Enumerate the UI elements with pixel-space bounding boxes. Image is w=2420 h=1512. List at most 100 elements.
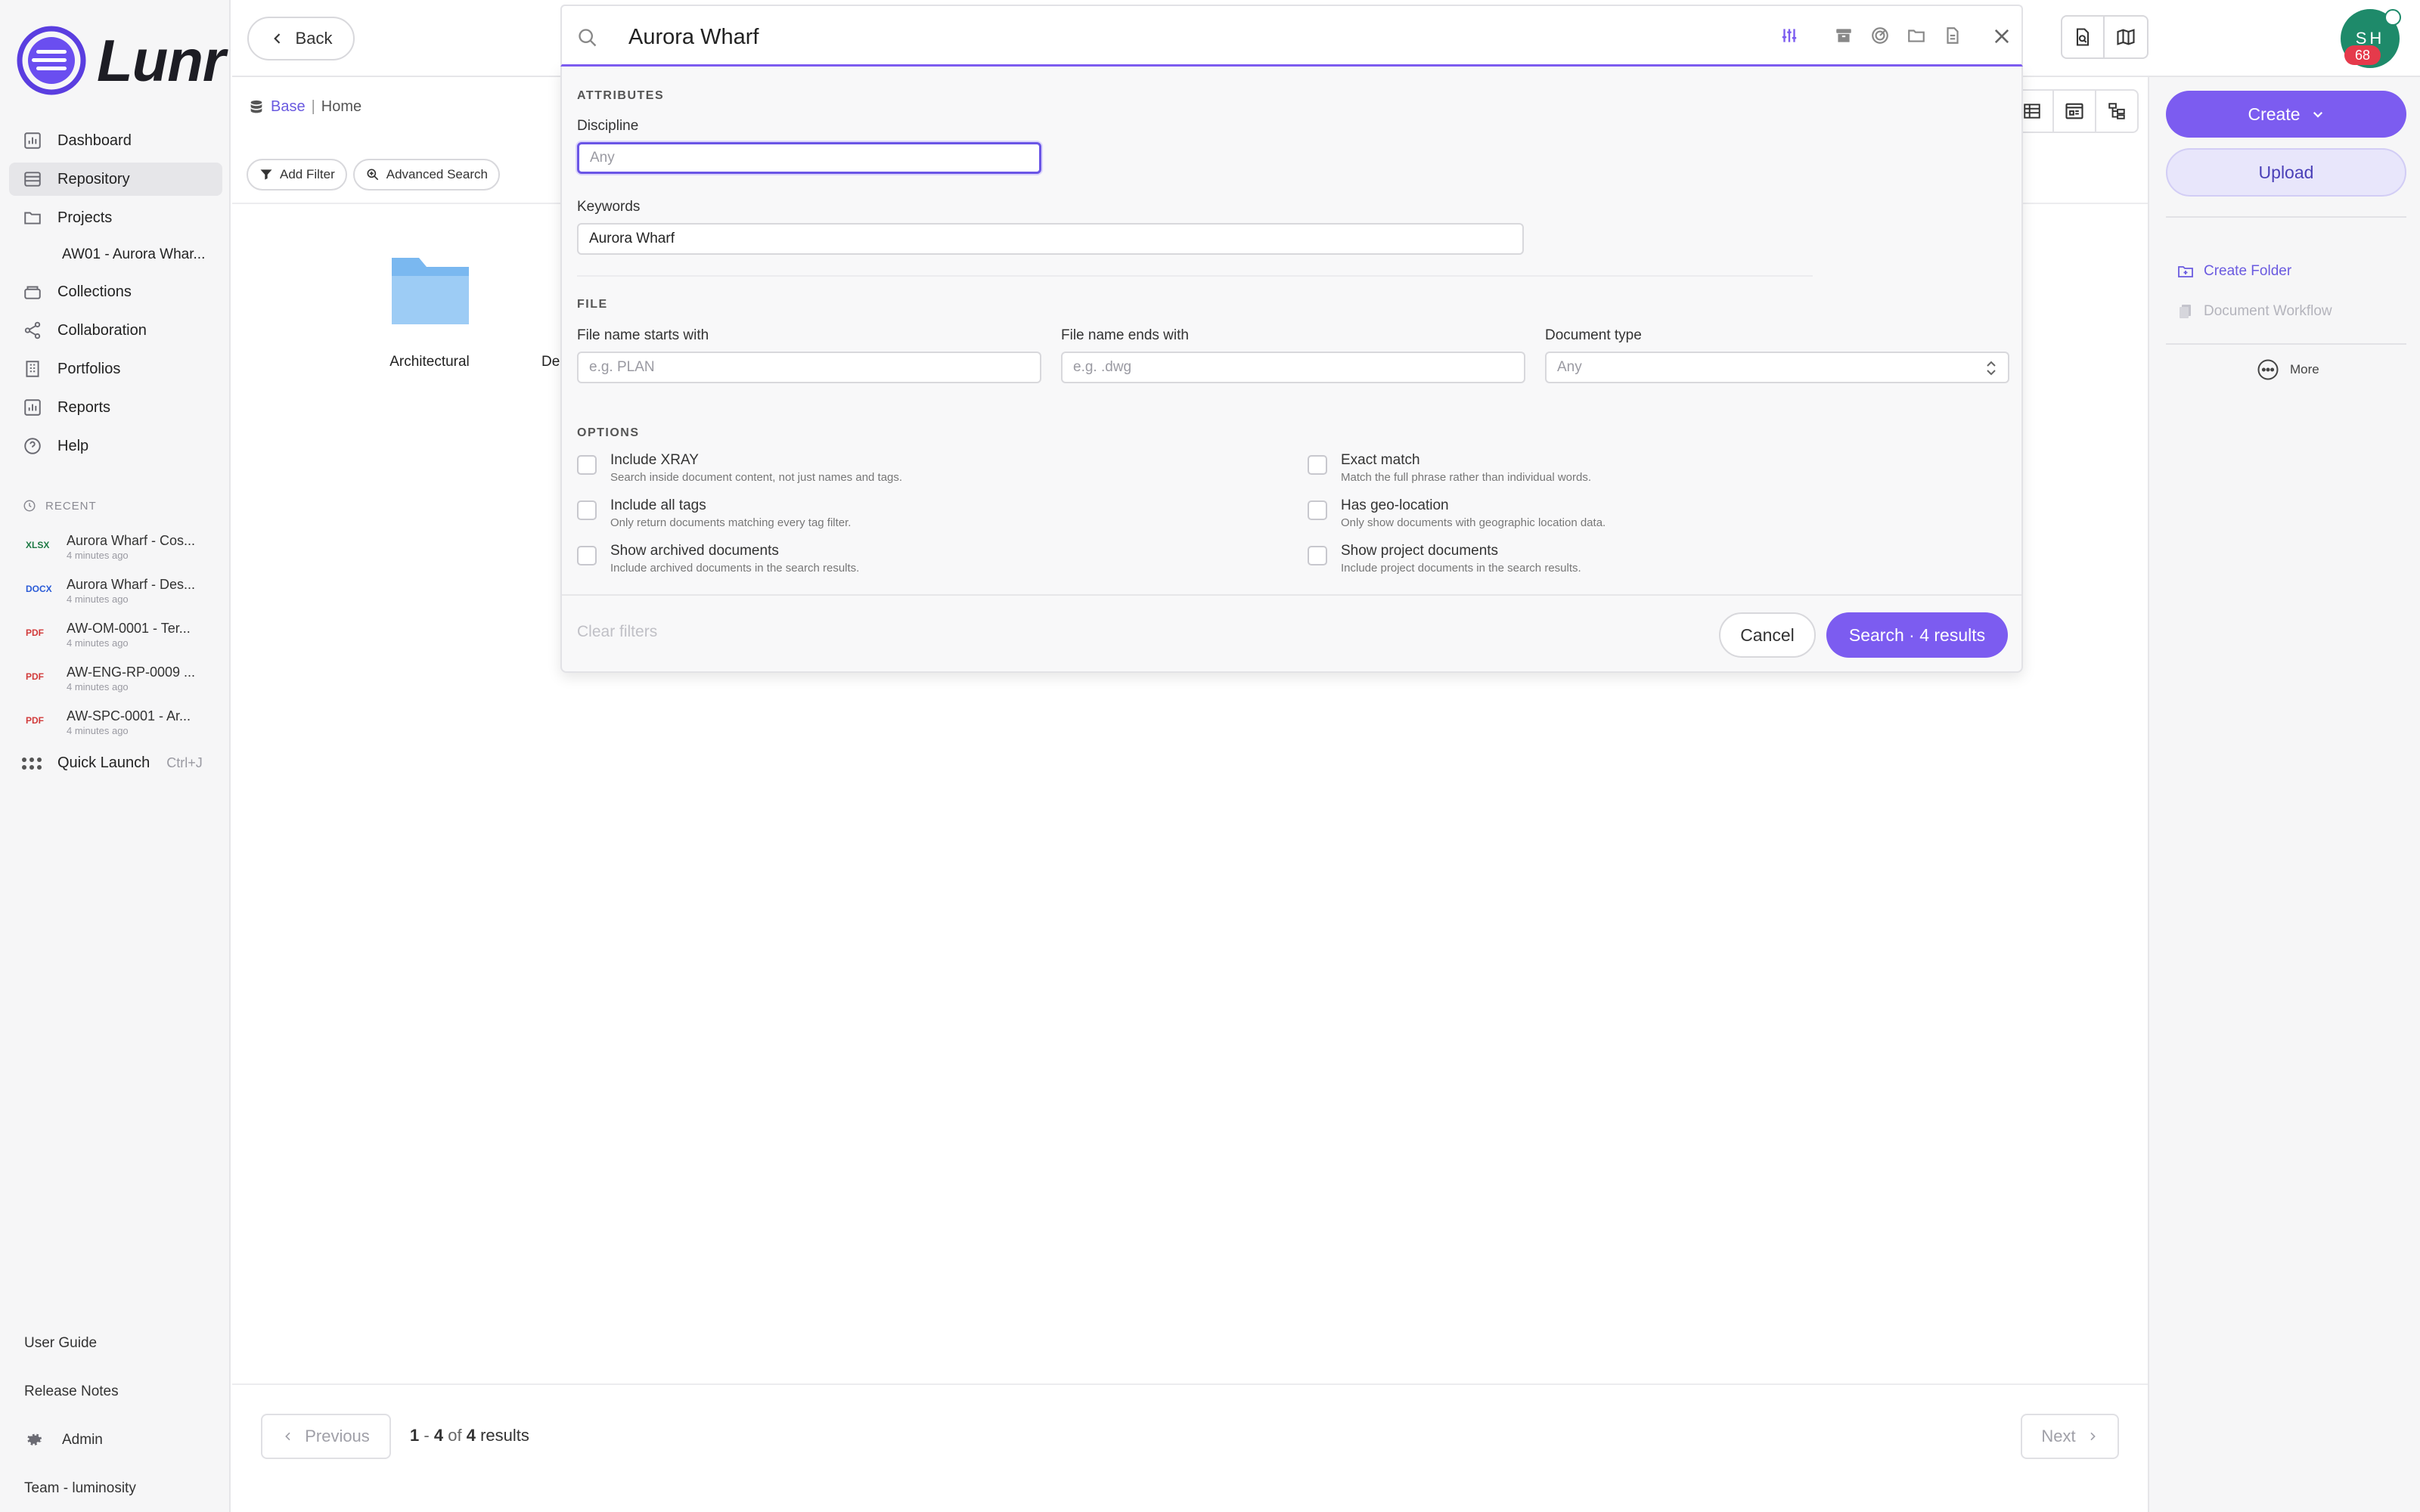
more-button[interactable]: More [2257, 358, 2319, 381]
sidebar-item-label: Collaboration [57, 321, 147, 339]
document-search-button[interactable] [2061, 15, 2105, 59]
recent-item[interactable]: PDF AW-OM-0001 - Ter... 4 minutes ago [26, 617, 224, 661]
checkbox[interactable] [577, 500, 597, 520]
checkbox[interactable] [1308, 546, 1327, 565]
card-view-button[interactable] [2052, 89, 2096, 133]
section-heading-options: OPTIONS [577, 426, 640, 439]
checkbox[interactable] [577, 546, 597, 565]
team-switcher[interactable]: Team - luminosity [24, 1464, 136, 1512]
logo[interactable]: Lunr [17, 26, 225, 95]
tree-icon [2108, 103, 2125, 119]
close-icon[interactable] [1991, 26, 2012, 47]
create-folder-action[interactable]: Create Folder [2176, 262, 2291, 280]
quick-launch-shortcut: Ctrl+J [166, 755, 203, 770]
recent-item-time: 4 minutes ago [67, 725, 129, 736]
map-button[interactable] [2105, 15, 2149, 59]
tree-view-button[interactable] [2095, 89, 2139, 133]
folder-tile[interactable] [384, 253, 475, 329]
chart-icon [24, 399, 41, 416]
sidebar-item-projects[interactable]: Projects [9, 201, 222, 234]
recent-item[interactable]: PDF AW-ENG-RP-0009 ... 4 minutes ago [26, 661, 224, 705]
status-dot [2384, 9, 2401, 26]
document-scope-button[interactable] [1943, 26, 1962, 45]
sidebar-item-portfolios[interactable]: Portfolios [9, 352, 222, 386]
search-input[interactable] [628, 20, 1702, 54]
archive-scope-button[interactable] [1834, 26, 1854, 45]
card-view-icon [2065, 103, 2083, 119]
sidebar-item-label: Projects [57, 209, 113, 226]
repository-icon [24, 172, 41, 187]
collections-icon [24, 286, 41, 299]
option-description: Search inside document content, not just… [610, 471, 903, 484]
logo-text: Lunr [97, 26, 225, 94]
option-description: Only return documents matching every tag… [610, 516, 852, 529]
pagination-summary: 1 - 4 of 4 results [410, 1426, 529, 1445]
target-scope-button[interactable] [1870, 26, 1890, 45]
notification-badge: 68 [2344, 45, 2381, 65]
checkbox[interactable] [577, 455, 597, 475]
top-icon-group [2061, 15, 2149, 59]
recent-item[interactable]: XLSX Aurora Wharf - Cos... 4 minutes ago [26, 529, 224, 573]
admin-link[interactable]: Admin [24, 1416, 136, 1464]
checkbox[interactable] [1308, 500, 1327, 520]
recent-list: XLSX Aurora Wharf - Cos... 4 minutes ago … [26, 529, 224, 748]
keywords-field[interactable]: Aurora Wharf [577, 223, 1524, 255]
next-button[interactable]: Next [2021, 1414, 2119, 1459]
sidebar-item-label: Help [57, 437, 89, 454]
file-type-badge: PDF [26, 715, 44, 726]
global-search-bar [560, 5, 2023, 67]
document-workflow-action[interactable]: Document Workflow [2176, 302, 2332, 321]
quick-launch-button[interactable]: Quick Launch Ctrl+J [21, 754, 203, 772]
view-toggle-group [2010, 89, 2139, 133]
recent-item[interactable]: PDF AW-SPC-0001 - Ar... 4 minutes ago [26, 705, 224, 748]
checkbox[interactable] [1308, 455, 1327, 475]
sidebar-item-help[interactable]: Help [9, 429, 222, 463]
upload-button[interactable]: Upload [2166, 148, 2406, 197]
chevron-right-icon [2090, 1432, 2096, 1441]
filters-toggle[interactable] [1779, 26, 1799, 45]
user-guide-link[interactable]: User Guide [24, 1319, 136, 1368]
keywords-label: Keywords [577, 199, 641, 215]
advanced-search-panel: ATTRIBUTES Discipline Any Keywords Auror… [560, 67, 2023, 673]
folder-scope-button[interactable] [1907, 26, 1926, 45]
ends-with-field[interactable]: e.g. .dwg [1061, 352, 1525, 383]
database-icon [250, 100, 262, 113]
breadcrumb-base-link[interactable]: Base [271, 98, 306, 116]
sidebar-item-label: Portfolios [57, 360, 121, 377]
back-button[interactable]: Back [247, 17, 355, 60]
archive-icon [1836, 29, 1851, 42]
sidebar-item-dashboard[interactable]: Dashboard [9, 124, 222, 157]
sidebar-subitem-project[interactable]: AW01 - Aurora Whar... [9, 240, 222, 270]
file-type-badge: PDF [26, 671, 44, 682]
search-submit-button[interactable]: Search · 4 results [1826, 612, 2008, 658]
discipline-field[interactable]: Any [577, 142, 1041, 174]
option-title: Has geo-location [1341, 497, 1449, 513]
sidebar-item-reports[interactable]: Reports [9, 391, 222, 424]
clear-filters-button[interactable]: Clear filters [577, 623, 657, 641]
sidebar-item-repository[interactable]: Repository [9, 163, 222, 196]
advanced-search-button[interactable]: Advanced Search [352, 159, 500, 191]
create-button[interactable]: Create [2166, 91, 2406, 138]
results-word: results [480, 1426, 529, 1445]
recent-item-time: 4 minutes ago [67, 681, 129, 692]
release-notes-link[interactable]: Release Notes [24, 1368, 136, 1416]
range-of: of [448, 1426, 462, 1445]
starts-with-field[interactable]: e.g. PLAN [577, 352, 1041, 383]
recent-item-name: Aurora Wharf - Cos... [67, 533, 196, 548]
previous-button[interactable]: Previous [261, 1414, 391, 1459]
back-label: Back [295, 29, 333, 48]
document-type-select[interactable]: Any [1545, 352, 2009, 383]
sidebar-item-collaboration[interactable]: Collaboration [9, 314, 222, 347]
document-icon [1947, 27, 1959, 44]
recent-item[interactable]: DOCX Aurora Wharf - Des... 4 minutes ago [26, 573, 224, 617]
option-description: Match the full phrase rather than indivi… [1341, 471, 1592, 484]
right-action-panel: Create Upload Create Folder Document Wor… [2148, 77, 2420, 1512]
document-workflow-label: Document Workflow [2204, 303, 2332, 319]
add-filter-button[interactable]: Add Filter [247, 159, 347, 191]
next-label: Next [2041, 1427, 2076, 1445]
more-icon [2257, 359, 2279, 380]
cancel-button[interactable]: Cancel [1719, 612, 1816, 658]
filter-icon [260, 169, 272, 180]
quick-launch-label: Quick Launch [57, 754, 150, 771]
sidebar-item-collections[interactable]: Collections [9, 275, 222, 308]
